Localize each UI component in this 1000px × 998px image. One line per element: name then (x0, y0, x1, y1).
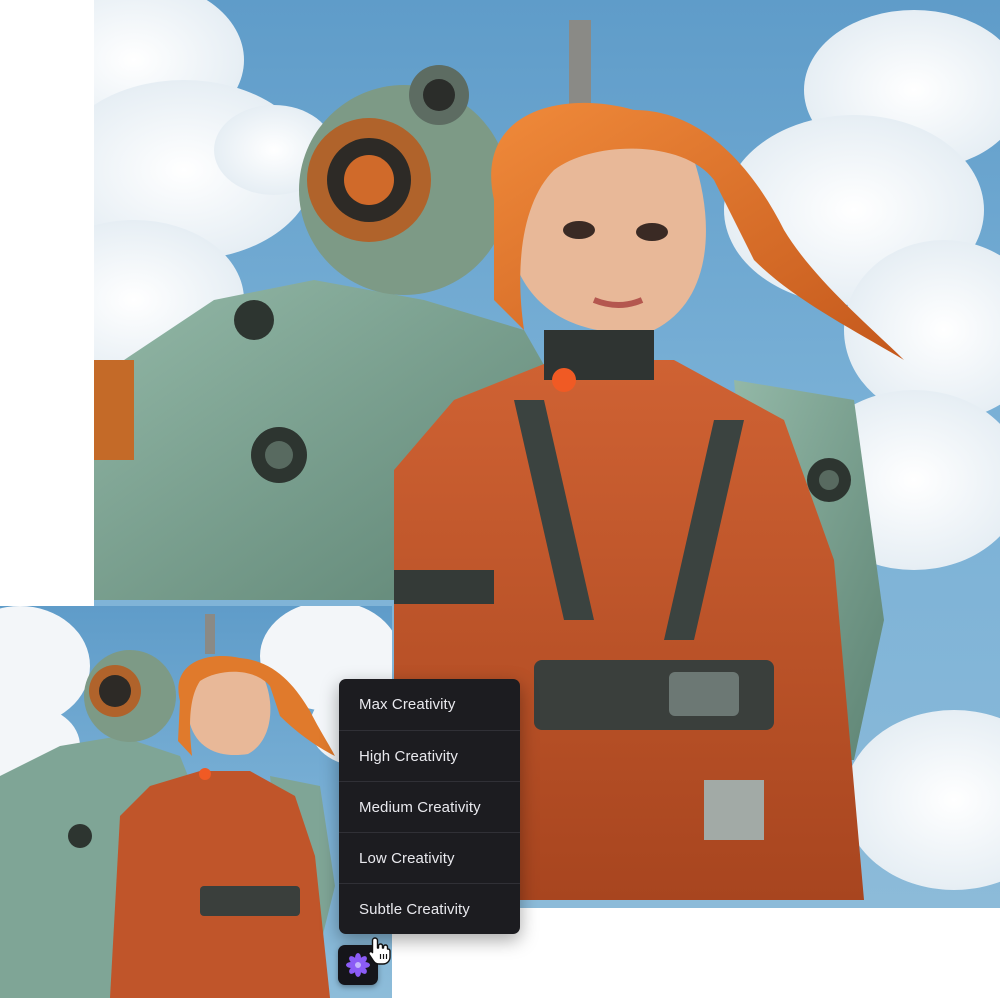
menu-item-max-creativity[interactable]: Max Creativity (339, 679, 520, 730)
menu-item-high-creativity[interactable]: High Creativity (339, 730, 520, 781)
menu-item-medium-creativity[interactable]: Medium Creativity (339, 781, 520, 832)
original-artwork-illustration (0, 606, 392, 998)
creativity-dropdown-menu: Max Creativity High Creativity Medium Cr… (339, 679, 520, 934)
menu-item-low-creativity[interactable]: Low Creativity (339, 832, 520, 883)
hand-pointer-icon (368, 937, 391, 965)
original-artwork (0, 606, 392, 998)
menu-item-subtle-creativity[interactable]: Subtle Creativity (339, 883, 520, 934)
comparison-stage: Max Creativity High Creativity Medium Cr… (0, 0, 1000, 998)
